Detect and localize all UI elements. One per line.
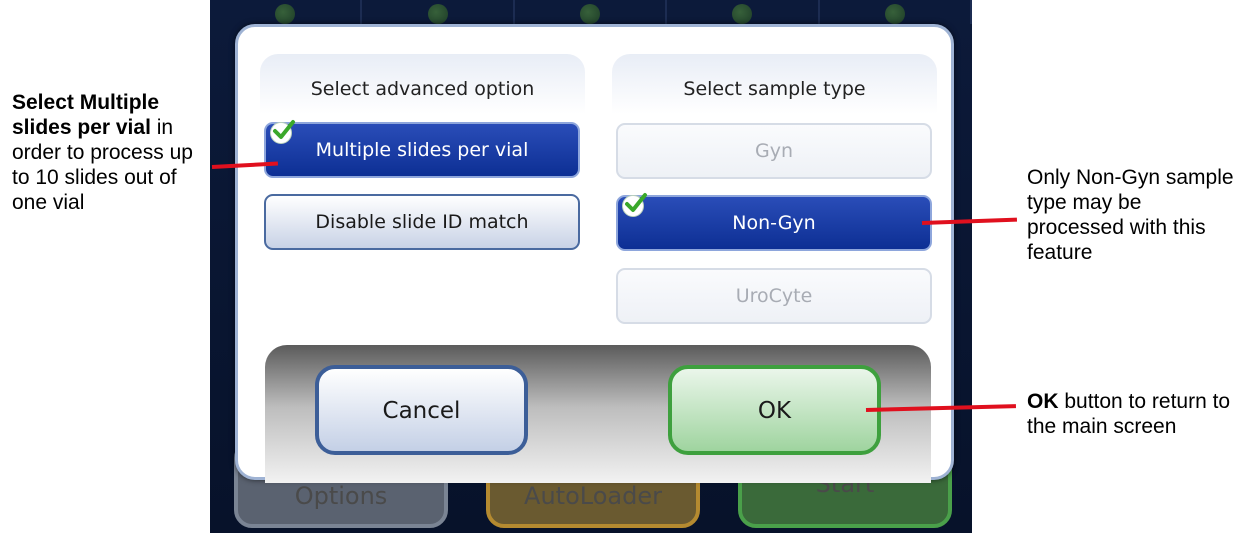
checkmark-icon [622, 193, 647, 217]
annotation-bold: Select Multiple slides per vial [12, 91, 160, 139]
annotation-non-gyn: Only Non-Gyn sample type may be processe… [1027, 166, 1234, 264]
advanced-option-panel: Select advanced option Multiple slides p… [260, 54, 585, 310]
cancel-button[interactable]: Cancel [315, 365, 528, 455]
button-label: Gyn [754, 140, 793, 162]
multiple-slides-per-vial-button[interactable]: Multiple slides per vial [264, 120, 580, 178]
button-label: Disable slide ID match [315, 211, 529, 233]
annotation-ok-button: OK button to return to the main screen [1027, 389, 1237, 439]
status-cell [210, 0, 363, 24]
button-label: Multiple slides per vial [315, 139, 529, 161]
dialog-action-area: Cancel OK [265, 345, 931, 483]
status-cell [515, 0, 668, 24]
button-label: Non-Gyn [732, 212, 816, 234]
non-gyn-button[interactable]: Non-Gyn [616, 193, 932, 251]
checkmark-icon [270, 120, 295, 144]
status-cell [362, 0, 515, 24]
checkmark-icon [275, 4, 296, 24]
button-label: UroCyte [735, 285, 813, 307]
ok-button[interactable]: OK [668, 365, 881, 455]
gyn-button[interactable]: Gyn [616, 123, 932, 179]
checkmark-icon [732, 4, 753, 24]
annotation-bold: OK [1027, 390, 1059, 413]
top-status-strip [210, 0, 972, 24]
checkmark-icon [580, 4, 601, 24]
sample-type-panel: Select sample type Gyn Non-Gyn UroCyte [612, 54, 937, 324]
status-cell [820, 0, 972, 24]
annotation-multiple-slides: Select Multiple slides per vial in order… [12, 90, 212, 215]
disable-slide-id-match-button[interactable]: Disable slide ID match [264, 194, 580, 250]
sample-type-title: Select sample type [683, 78, 866, 100]
status-cell [667, 0, 820, 24]
checkmark-icon [427, 4, 448, 24]
urocyte-button[interactable]: UroCyte [616, 268, 932, 324]
advanced-options-dialog: Select advanced option Multiple slides p… [235, 24, 954, 483]
checkmark-icon [884, 4, 905, 24]
advanced-option-title: Select advanced option [310, 78, 535, 100]
